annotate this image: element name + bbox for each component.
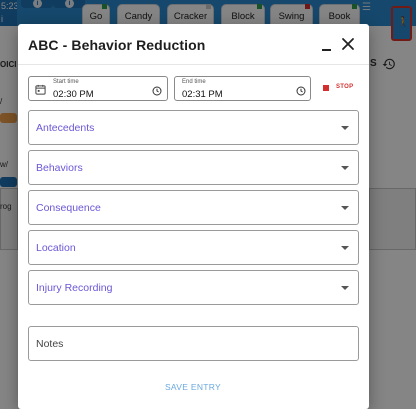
end-time-caption: End time: [182, 79, 206, 85]
close-icon[interactable]: [341, 37, 355, 51]
antecedents-select[interactable]: Antecedents: [28, 110, 359, 145]
clock-icon[interactable]: [152, 86, 162, 96]
title-divider: [18, 64, 369, 65]
notes-input[interactable]: [28, 326, 359, 361]
consequence-select[interactable]: Consequence: [28, 190, 359, 225]
consequence-label: Consequence: [36, 202, 101, 214]
end-time-field[interactable]: End time 02:31 PM: [174, 76, 311, 101]
calendar-icon: [35, 84, 46, 95]
dropdown-arrow-icon: [341, 286, 349, 290]
location-select[interactable]: Location: [28, 230, 359, 265]
dialog-title: ABC - Behavior Reduction: [28, 37, 206, 53]
behaviors-select[interactable]: Behaviors: [28, 150, 359, 185]
dropdown-arrow-icon: [341, 126, 349, 130]
minimize-button[interactable]: [320, 38, 334, 52]
stop-icon: [323, 85, 329, 91]
injury-recording-select[interactable]: Injury Recording: [28, 270, 359, 305]
dropdown-arrow-icon: [341, 166, 349, 170]
start-time-caption: Start time: [53, 79, 79, 85]
location-label: Location: [36, 242, 76, 254]
dropdown-arrow-icon: [341, 246, 349, 250]
behavior-reduction-dialog: ABC - Behavior Reduction Start time 02:3…: [18, 24, 369, 409]
end-time-value: 02:31 PM: [182, 89, 223, 100]
save-entry-button[interactable]: SAVE ENTRY: [148, 379, 238, 395]
start-time-field[interactable]: Start time 02:30 PM: [28, 76, 168, 101]
injury-recording-label: Injury Recording: [36, 282, 113, 294]
start-time-value: 02:30 PM: [53, 89, 94, 100]
antecedents-label: Antecedents: [36, 122, 95, 134]
stop-label: STOP: [336, 84, 354, 90]
clock-icon[interactable]: [296, 86, 306, 96]
dropdown-arrow-icon: [341, 206, 349, 210]
behaviors-label: Behaviors: [36, 162, 83, 174]
